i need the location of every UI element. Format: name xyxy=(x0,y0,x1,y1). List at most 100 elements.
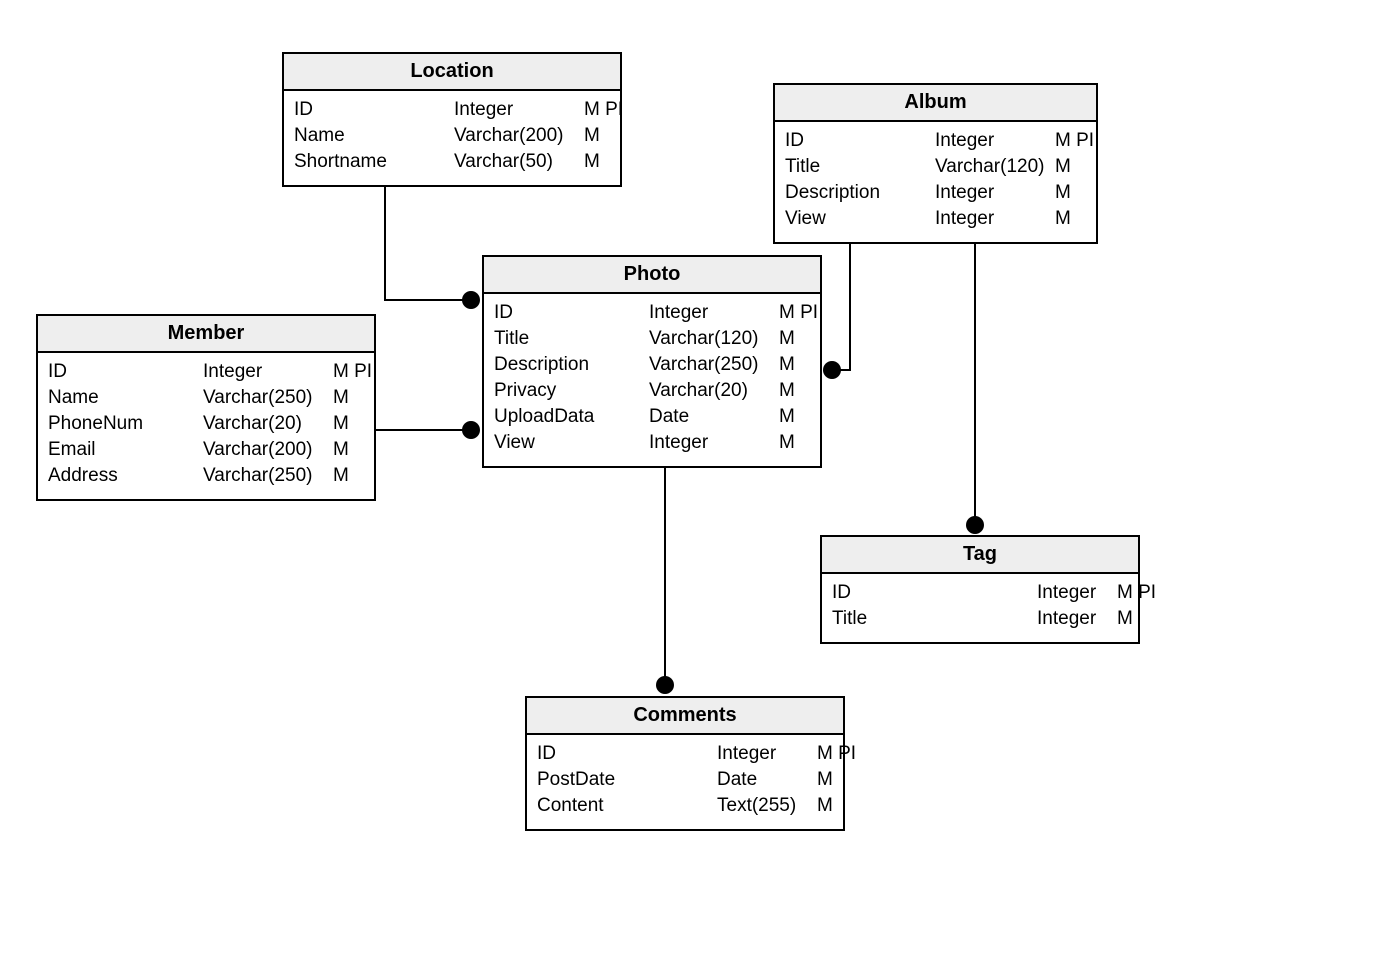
attr-type: Integer xyxy=(649,430,779,456)
attr-name: Title xyxy=(494,326,649,352)
attr-flags: M xyxy=(779,378,829,404)
attribute-row: IDIntegerM PI xyxy=(294,97,610,123)
attr-flags: M xyxy=(779,404,829,430)
attr-flags: M xyxy=(1055,180,1105,206)
attr-name: ID xyxy=(494,300,649,326)
attr-name: ID xyxy=(832,580,1037,606)
attr-flags: M xyxy=(333,437,383,463)
entity-title: Album xyxy=(775,85,1096,122)
attribute-row: IDIntegerM PI xyxy=(537,741,833,767)
attr-type: Varchar(250) xyxy=(649,352,779,378)
attr-flags: M xyxy=(779,326,829,352)
attribute-row: IDIntegerM PI xyxy=(785,128,1086,154)
relationship-endpoint-icon xyxy=(462,421,480,439)
attribute-row: EmailVarchar(200)M xyxy=(48,437,364,463)
attr-name: Shortname xyxy=(294,149,454,175)
attr-flags: M xyxy=(779,430,829,456)
attribute-row: AddressVarchar(250)M xyxy=(48,463,364,489)
attr-flags: M PI xyxy=(333,359,383,385)
attr-name: UploadData xyxy=(494,404,649,430)
attr-type: Varchar(20) xyxy=(203,411,333,437)
attr-flags: M xyxy=(1055,154,1105,180)
attr-type: Varchar(20) xyxy=(649,378,779,404)
attr-name: Name xyxy=(48,385,203,411)
attr-type: Date xyxy=(717,767,817,793)
attr-type: Text(255) xyxy=(717,793,817,819)
attr-type: Varchar(250) xyxy=(203,385,333,411)
attr-type: Integer xyxy=(935,206,1055,232)
attribute-row: ShortnameVarchar(50)M xyxy=(294,149,610,175)
attr-flags: M PI xyxy=(584,97,634,123)
attr-flags: M xyxy=(584,149,634,175)
attr-flags: M xyxy=(1055,206,1105,232)
relationship-endpoint-icon xyxy=(656,676,674,694)
attr-flags: M PI xyxy=(817,741,857,767)
entity-body: IDIntegerM PITitleVarchar(120)MDescripti… xyxy=(484,294,820,466)
attr-type: Integer xyxy=(935,128,1055,154)
attr-flags: M xyxy=(779,352,829,378)
attr-type: Varchar(120) xyxy=(935,154,1055,180)
attribute-row: ViewIntegerM xyxy=(494,430,810,456)
attr-flags: M xyxy=(1117,606,1157,632)
entity-body: IDIntegerM PIPostDateDateMContentText(25… xyxy=(527,735,843,829)
attribute-row: PostDateDateM xyxy=(537,767,833,793)
attr-flags: M PI xyxy=(779,300,829,326)
attr-flags: M xyxy=(584,123,634,149)
attr-name: Address xyxy=(48,463,203,489)
entity-title: Photo xyxy=(484,257,820,294)
entity-body: IDIntegerM PITitleVarchar(120)MDescripti… xyxy=(775,122,1096,242)
entity-album: AlbumIDIntegerM PITitleVarchar(120)MDesc… xyxy=(773,83,1098,244)
attr-name: Description xyxy=(785,180,935,206)
attribute-row: IDIntegerM PI xyxy=(494,300,810,326)
attr-name: PhoneNum xyxy=(48,411,203,437)
attr-type: Integer xyxy=(203,359,333,385)
attr-name: Email xyxy=(48,437,203,463)
attr-type: Varchar(250) xyxy=(203,463,333,489)
relationship-line xyxy=(385,172,471,300)
attr-type: Date xyxy=(649,404,779,430)
attr-name: PostDate xyxy=(537,767,717,793)
attr-type: Integer xyxy=(1037,606,1117,632)
attr-type: Integer xyxy=(717,741,817,767)
attr-type: Integer xyxy=(649,300,779,326)
attr-name: ID xyxy=(294,97,454,123)
attr-name: Privacy xyxy=(494,378,649,404)
attr-name: View xyxy=(785,206,935,232)
attr-flags: M PI xyxy=(1055,128,1105,154)
attr-type: Varchar(200) xyxy=(203,437,333,463)
attribute-row: ViewIntegerM xyxy=(785,206,1086,232)
attribute-row: PrivacyVarchar(20)M xyxy=(494,378,810,404)
attribute-row: UploadDataDateM xyxy=(494,404,810,430)
attr-type: Integer xyxy=(454,97,584,123)
attr-name: Name xyxy=(294,123,454,149)
entity-photo: PhotoIDIntegerM PITitleVarchar(120)MDesc… xyxy=(482,255,822,468)
attr-type: Varchar(50) xyxy=(454,149,584,175)
attr-flags: M xyxy=(333,411,383,437)
attr-name: Description xyxy=(494,352,649,378)
attr-flags: M PI xyxy=(1117,580,1157,606)
entity-tag: TagIDIntegerM PITitleIntegerM xyxy=(820,535,1140,644)
relationship-endpoint-icon xyxy=(462,291,480,309)
entity-body: IDIntegerM PINameVarchar(200)MShortnameV… xyxy=(284,91,620,185)
attribute-row: IDIntegerM PI xyxy=(48,359,364,385)
attribute-row: DescriptionIntegerM xyxy=(785,180,1086,206)
attr-name: Title xyxy=(785,154,935,180)
attr-type: Integer xyxy=(1037,580,1117,606)
attr-name: Content xyxy=(537,793,717,819)
attr-name: View xyxy=(494,430,649,456)
attribute-row: TitleIntegerM xyxy=(832,606,1128,632)
attribute-row: DescriptionVarchar(250)M xyxy=(494,352,810,378)
entity-title: Comments xyxy=(527,698,843,735)
entity-title: Tag xyxy=(822,537,1138,574)
entity-title: Location xyxy=(284,54,620,91)
attr-flags: M xyxy=(333,463,383,489)
attr-name: ID xyxy=(785,128,935,154)
attribute-row: NameVarchar(200)M xyxy=(294,123,610,149)
attribute-row: TitleVarchar(120)M xyxy=(494,326,810,352)
attr-flags: M xyxy=(817,767,857,793)
attr-flags: M xyxy=(817,793,857,819)
entity-comments: CommentsIDIntegerM PIPostDateDateMConten… xyxy=(525,696,845,831)
attr-name: ID xyxy=(537,741,717,767)
attribute-row: TitleVarchar(120)M xyxy=(785,154,1086,180)
attr-type: Varchar(200) xyxy=(454,123,584,149)
